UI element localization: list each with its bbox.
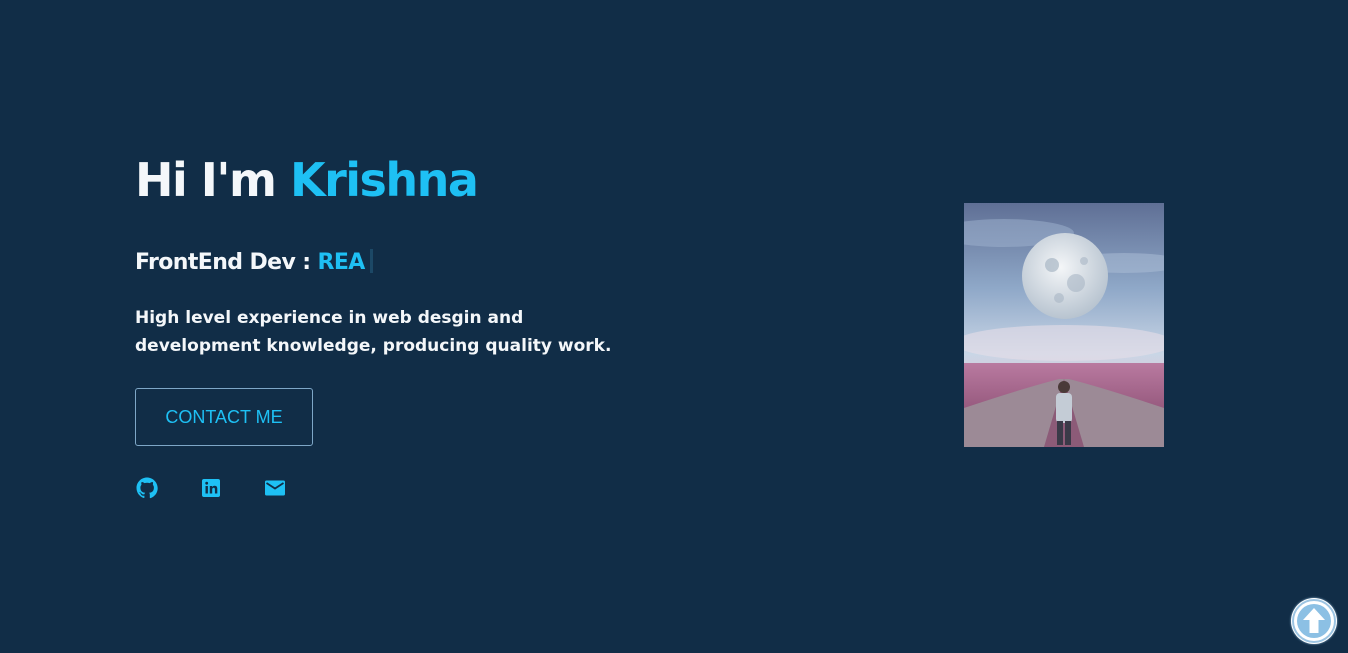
github-icon — [136, 477, 158, 499]
hero-section: Hi I'm Krishna FrontEnd Dev : REA High l… — [135, 150, 655, 500]
hero-illustration — [964, 203, 1164, 447]
email-link[interactable] — [263, 476, 287, 500]
contact-me-button[interactable]: CONTACT ME — [135, 388, 313, 446]
typing-cursor — [369, 249, 373, 273]
github-link[interactable] — [135, 476, 159, 500]
arrow-up-icon — [1292, 599, 1336, 643]
mail-icon — [265, 480, 285, 496]
role-line: FrontEnd Dev : REA — [135, 248, 655, 278]
moon-field-image — [964, 203, 1164, 447]
linkedin-link[interactable] — [199, 476, 223, 500]
hero-name: Krishna — [289, 153, 479, 207]
role-typed-text: REA — [317, 250, 366, 275]
greeting-text: Hi I'm — [135, 153, 277, 207]
role-prefix: FrontEnd Dev : — [135, 250, 311, 275]
hero-headline: Hi I'm Krishna — [135, 150, 655, 210]
hero-description: High level experience in web desgin and … — [135, 308, 612, 356]
linkedin-icon — [202, 479, 220, 497]
social-links — [135, 476, 655, 500]
scroll-to-top-button[interactable] — [1291, 598, 1337, 644]
page: Hi I'm Krishna FrontEnd Dev : REA High l… — [0, 0, 1348, 653]
